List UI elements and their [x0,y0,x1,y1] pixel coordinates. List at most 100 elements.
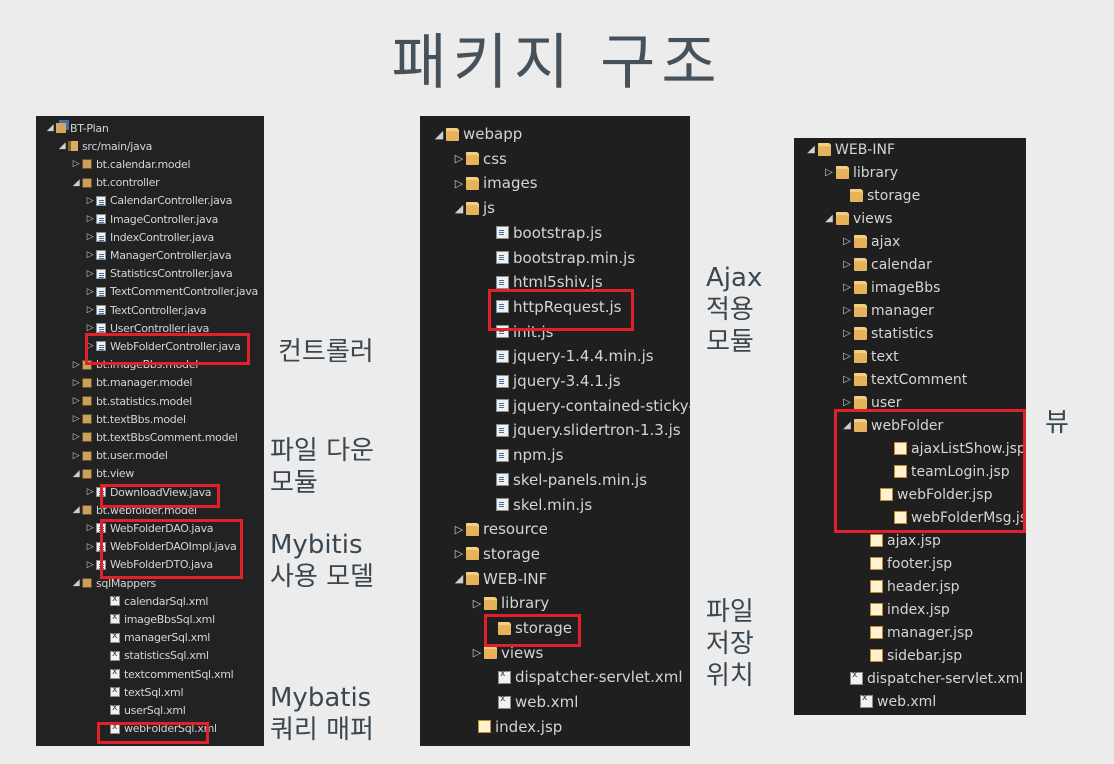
tree-item[interactable]: ◢ WEB-INF [452,567,548,591]
tree-item[interactable]: ◢ src/main/java [56,137,153,155]
tree-item[interactable]: ▷ IndexController.java [84,228,215,246]
tree-item[interactable]: ▷ TextController.java [84,301,207,319]
tree-item[interactable]: ▷ manager [840,299,934,322]
collapsed-arrow-icon[interactable]: ▷ [70,451,82,461]
tree-item[interactable]: header.jsp [856,575,960,598]
tree-item[interactable]: ▷ bt.manager.model [70,374,193,392]
tree-item[interactable]: ◢ BT-Plan [44,119,109,137]
collapsed-arrow-icon[interactable]: ▷ [84,523,96,533]
tree-item[interactable]: ▷ textComment [840,368,967,391]
tree-item[interactable]: ▷ bt.textBbs.model [70,410,186,428]
collapsed-arrow-icon[interactable]: ▷ [840,282,854,293]
collapsed-arrow-icon[interactable]: ▷ [470,597,484,610]
tree-item[interactable]: dispatcher-servlet.xml [836,667,1023,690]
expanded-arrow-icon[interactable]: ◢ [70,178,82,188]
tree-item[interactable]: ▷ calendar [840,253,932,276]
tree-item[interactable]: ▷ resource [452,517,548,541]
expanded-arrow-icon[interactable]: ◢ [452,202,466,215]
tree-item[interactable]: ▷ library [822,161,898,184]
collapsed-arrow-icon[interactable]: ▷ [70,396,82,406]
tree-item[interactable]: ▷ storage [452,542,540,566]
tree-item[interactable]: storage [836,184,920,207]
collapsed-arrow-icon[interactable]: ▷ [822,167,836,178]
tree-item[interactable]: web.xml [484,690,578,714]
tree-item[interactable]: ▷ CalendarController.java [84,192,233,210]
project-explorer-java[interactable]: ◢ BT-Plan ◢ src/main/java ▷ bt.calendar.model… [36,116,264,746]
collapsed-arrow-icon[interactable]: ▷ [84,214,96,224]
tree-item[interactable]: managerSql.xml [98,629,210,647]
tree-item[interactable]: statisticsSql.xml [98,647,209,665]
tree-item[interactable]: sidebar.jsp [856,644,962,667]
collapsed-arrow-icon[interactable]: ▷ [84,487,96,497]
tree-item[interactable]: textcommentSql.xml [98,665,234,683]
collapsed-arrow-icon[interactable]: ▷ [84,269,96,279]
tree-item[interactable]: ▷ ManagerController.java [84,246,232,264]
tree-item[interactable]: bootstrap.min.js [482,246,635,270]
collapsed-arrow-icon[interactable]: ▷ [840,236,854,247]
tree-item[interactable]: textSql.xml [98,683,184,701]
expanded-arrow-icon[interactable]: ◢ [56,141,68,151]
tree-item[interactable]: ▷ statistics [840,322,933,345]
collapsed-arrow-icon[interactable]: ▷ [70,432,82,442]
tree-item[interactable]: ▷ imageBbs [840,276,940,299]
tree-item[interactable]: imageBbsSql.xml [98,610,215,628]
tree-item[interactable]: dispatcher-servlet.xml [484,665,683,689]
collapsed-arrow-icon[interactable]: ▷ [70,159,82,169]
tree-item[interactable]: ▷ text [840,345,899,368]
tree-item[interactable]: ◢ bt.controller [70,174,160,192]
collapsed-arrow-icon[interactable]: ▷ [84,287,96,297]
tree-item[interactable]: ▷ library [470,591,550,615]
expanded-arrow-icon[interactable]: ◢ [44,123,56,133]
tree-item[interactable]: index.jsp [856,598,950,621]
collapsed-arrow-icon[interactable]: ▷ [840,305,854,316]
tree-item[interactable]: skel-panels.min.js [482,468,647,492]
tree-item[interactable]: ◢ views [822,207,892,230]
tree-item[interactable]: jquery-contained-sticky- [482,394,690,418]
expanded-arrow-icon[interactable]: ◢ [70,505,82,515]
collapsed-arrow-icon[interactable]: ▷ [84,560,96,570]
expanded-arrow-icon[interactable]: ◢ [432,128,446,141]
tree-item[interactable]: ▷ StatisticsController.java [84,265,233,283]
collapsed-arrow-icon[interactable]: ▷ [84,196,96,206]
expanded-arrow-icon[interactable]: ◢ [70,578,82,588]
tree-item[interactable]: ▷ css [452,147,507,171]
collapsed-arrow-icon[interactable]: ▷ [84,305,96,315]
collapsed-arrow-icon[interactable]: ▷ [452,177,466,190]
collapsed-arrow-icon[interactable]: ▷ [70,414,82,424]
tree-item[interactable]: jquery.slidertron-1.3.js [482,418,681,442]
tree-item[interactable]: ◢ webapp [432,122,523,146]
tree-item[interactable]: skel.min.js [482,493,592,517]
collapsed-arrow-icon[interactable]: ▷ [840,328,854,339]
collapsed-arrow-icon[interactable]: ▷ [452,152,466,165]
tree-item[interactable]: userSql.xml [98,701,186,719]
collapsed-arrow-icon[interactable]: ▷ [840,374,854,385]
tree-item[interactable]: ▷ ImageController.java [84,210,219,228]
tree-item[interactable]: web.xml [846,690,936,713]
collapsed-arrow-icon[interactable]: ▷ [840,397,854,408]
tree-item[interactable]: bootstrap.js [482,221,602,245]
collapsed-arrow-icon[interactable]: ▷ [84,250,96,260]
collapsed-arrow-icon[interactable]: ▷ [84,323,96,333]
tree-item[interactable]: ▷ bt.textBbsComment.model [70,428,238,446]
collapsed-arrow-icon[interactable]: ▷ [70,360,82,370]
expanded-arrow-icon[interactable]: ◢ [822,213,836,224]
collapsed-arrow-icon[interactable]: ▷ [452,523,466,536]
tree-item[interactable]: ◢ bt.view [70,465,135,483]
expanded-arrow-icon[interactable]: ◢ [70,469,82,479]
tree-item[interactable]: ▷ images [452,171,538,195]
collapsed-arrow-icon[interactable]: ▷ [70,378,82,388]
collapsed-arrow-icon[interactable]: ▷ [470,646,484,659]
tree-item[interactable]: ▷ ajax [840,230,900,253]
project-explorer-webapp[interactable]: ◢ webapp ▷ css ▷ images ◢ js bootstrap.js bootstr… [420,116,690,746]
tree-item[interactable]: calendarSql.xml [98,592,208,610]
tree-item[interactable]: ▷ bt.statistics.model [70,392,192,410]
tree-item[interactable]: index.jsp [464,715,562,739]
collapsed-arrow-icon[interactable]: ▷ [840,351,854,362]
expanded-arrow-icon[interactable]: ◢ [804,144,818,155]
tree-item[interactable]: jquery-3.4.1.js [482,369,621,393]
collapsed-arrow-icon[interactable]: ▷ [452,547,466,560]
tree-item[interactable]: ▷ bt.calendar.model [70,155,191,173]
collapsed-arrow-icon[interactable]: ▷ [84,542,96,552]
expanded-arrow-icon[interactable]: ◢ [452,572,466,585]
tree-item[interactable]: manager.jsp [856,621,973,644]
